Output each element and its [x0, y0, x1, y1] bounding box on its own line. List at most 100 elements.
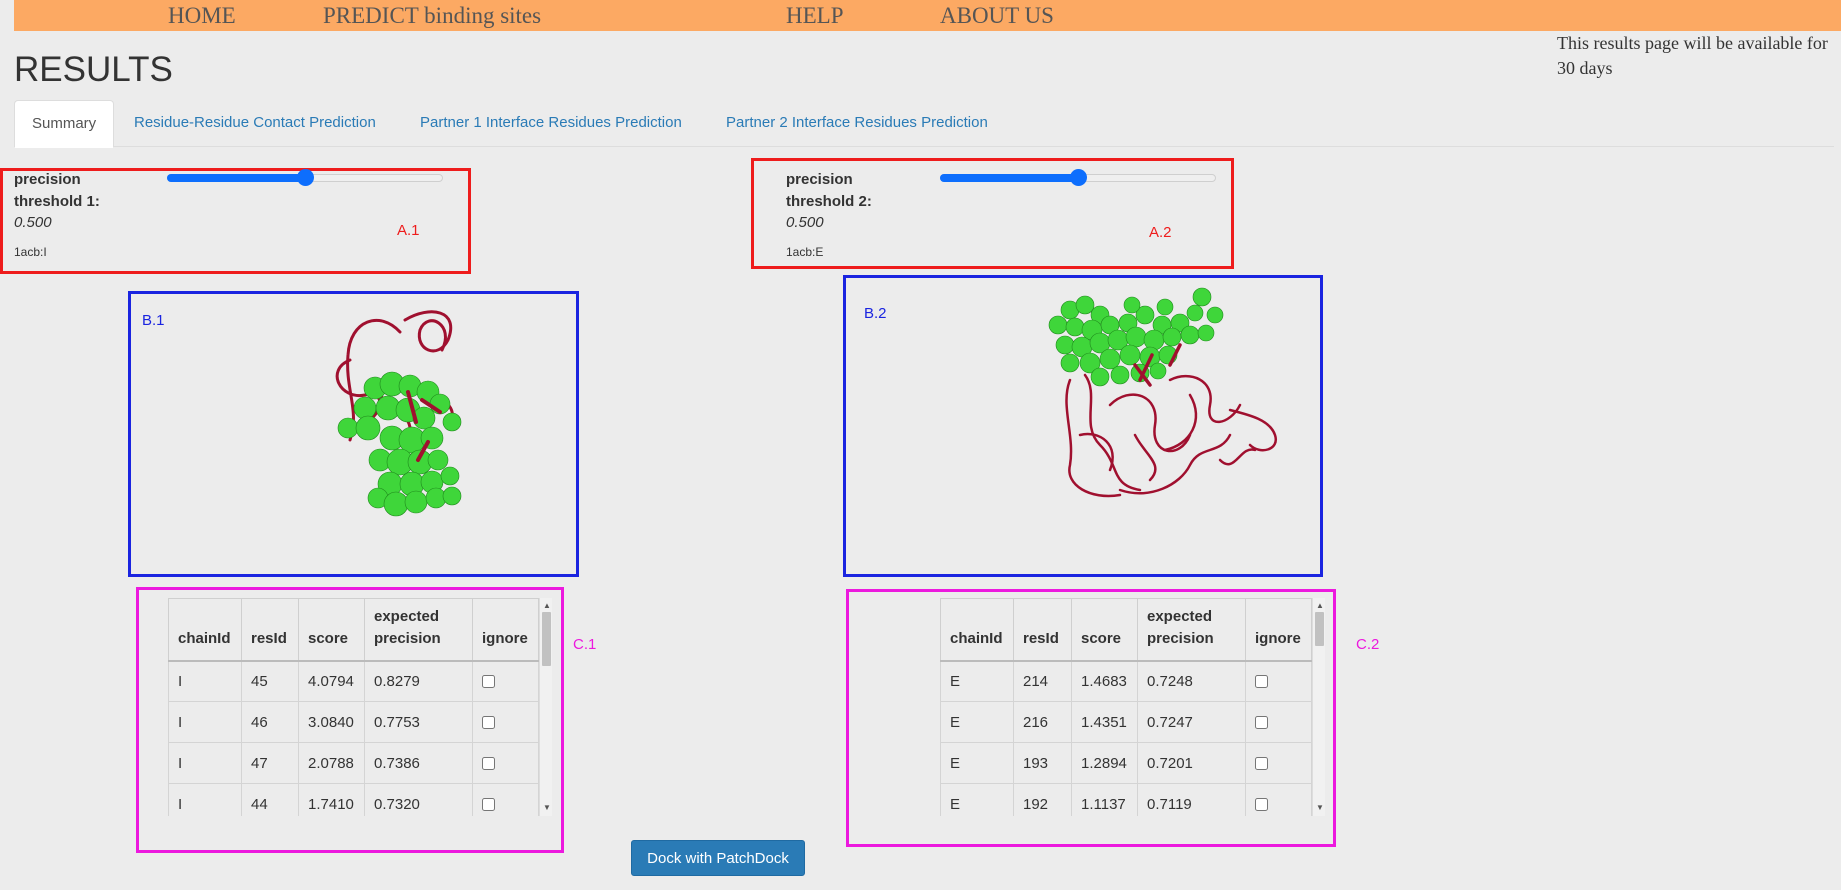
- slider-thumb[interactable]: [1070, 169, 1087, 186]
- cell-expected-precision: 0.7320: [364, 783, 473, 816]
- threshold1-slider[interactable]: [167, 168, 443, 188]
- scroll-thumb[interactable]: [542, 612, 551, 666]
- top-nav-bar: HOME PREDICT binding sites HELP ABOUT US: [14, 0, 1841, 31]
- table-row: I 44 1.7410 0.7320: [168, 783, 539, 816]
- tab-residue-contact[interactable]: Residue-Residue Contact Prediction: [134, 100, 376, 148]
- cell-ignore: [1245, 701, 1312, 743]
- threshold2-label: precision threshold 2:: [786, 171, 872, 210]
- ignore-checkbox[interactable]: [482, 716, 495, 730]
- ignore-checkbox[interactable]: [1255, 798, 1268, 812]
- cell-resid: 45: [241, 660, 299, 702]
- cell-expected-precision: 0.7386: [364, 742, 473, 784]
- nav-home-link[interactable]: HOME: [168, 3, 236, 29]
- cell-resid: 214: [1013, 660, 1072, 702]
- nav-help-link[interactable]: HELP: [786, 3, 844, 29]
- annotation-b2: B.2: [864, 305, 887, 322]
- cell-expected-precision: 0.7119: [1137, 783, 1246, 816]
- ignore-checkbox[interactable]: [482, 757, 495, 771]
- cell-resid: 193: [1013, 742, 1072, 784]
- table-row: E 216 1.4351 0.7247: [940, 701, 1312, 743]
- interface-residues-table-1: chainId resId score expected precision i…: [168, 598, 539, 816]
- cell-chainid: E: [940, 742, 1014, 784]
- cell-expected-precision: 0.7201: [1137, 742, 1246, 784]
- scroll-down-arrow-icon[interactable]: ▼: [1316, 804, 1324, 812]
- cell-score: 4.0794: [298, 660, 365, 702]
- tab-summary[interactable]: Summary: [14, 100, 115, 148]
- table-row: E 214 1.4683 0.7248: [940, 660, 1312, 702]
- protein-structure-1-graphic: [335, 310, 462, 517]
- cell-chainid: E: [940, 701, 1014, 743]
- table-row: E 193 1.2894 0.7201: [940, 742, 1312, 784]
- cell-expected-precision: 0.7753: [364, 701, 473, 743]
- threshold2-slider[interactable]: [940, 168, 1216, 188]
- cell-ignore: [472, 783, 539, 816]
- cell-ignore: [472, 660, 539, 702]
- cell-score: 1.4683: [1071, 660, 1138, 702]
- tab-partner1-interface[interactable]: Partner 1 Interface Residues Prediction: [420, 100, 682, 148]
- scroll-up-arrow-icon[interactable]: ▲: [1316, 602, 1324, 610]
- col-score: score: [298, 598, 365, 662]
- molecule-viewer-1[interactable]: [320, 300, 500, 530]
- cell-score: 1.1137: [1071, 783, 1138, 816]
- cell-expected-precision: 0.7248: [1137, 660, 1246, 702]
- table2-scrollbar[interactable]: ▲ ▼: [1312, 598, 1325, 816]
- ignore-checkbox[interactable]: [482, 798, 495, 812]
- cell-resid: 192: [1013, 783, 1072, 816]
- col-resid: resId: [241, 598, 299, 662]
- table-row: I 45 4.0794 0.8279: [168, 660, 539, 702]
- cell-ignore: [472, 701, 539, 743]
- cell-score: 3.0840: [298, 701, 365, 743]
- slider-fill: [167, 174, 305, 182]
- cell-score: 1.7410: [298, 783, 365, 816]
- cell-score: 1.4351: [1071, 701, 1138, 743]
- cell-chainid: I: [168, 742, 242, 784]
- col-expected-precision: expected precision: [364, 598, 473, 662]
- cell-ignore: [472, 742, 539, 784]
- table-row: E 192 1.1137 0.7119: [940, 783, 1312, 816]
- cell-resid: 47: [241, 742, 299, 784]
- cell-score: 1.2894: [1071, 742, 1138, 784]
- slider-thumb[interactable]: [297, 169, 314, 186]
- cell-expected-precision: 0.8279: [364, 660, 473, 702]
- table-header-row: chainId resId score expected precision i…: [168, 598, 539, 662]
- scroll-up-arrow-icon[interactable]: ▲: [543, 602, 551, 610]
- chain2-label: 1acb:E: [786, 245, 824, 259]
- cell-resid: 216: [1013, 701, 1072, 743]
- col-ignore: ignore: [472, 598, 539, 662]
- table2-scroll-area[interactable]: chainId resId score expected precision i…: [940, 598, 1326, 816]
- nav-about-link[interactable]: ABOUT US: [940, 3, 1054, 29]
- annotation-c1: C.1: [573, 636, 597, 653]
- col-chainid: chainId: [940, 598, 1014, 662]
- cell-score: 2.0788: [298, 742, 365, 784]
- annotation-a2: A.2: [1149, 224, 1172, 241]
- cell-expected-precision: 0.7247: [1137, 701, 1246, 743]
- annotation-a1: A.1: [397, 222, 420, 239]
- table-row: I 46 3.0840 0.7753: [168, 701, 539, 743]
- cell-resid: 44: [241, 783, 299, 816]
- cell-ignore: [1245, 660, 1312, 702]
- ignore-checkbox[interactable]: [1255, 675, 1268, 689]
- tab-partner2-interface[interactable]: Partner 2 Interface Residues Prediction: [726, 100, 988, 148]
- scroll-thumb[interactable]: [1315, 612, 1324, 646]
- table-header-row: chainId resId score expected precision i…: [940, 598, 1312, 662]
- cell-chainid: I: [168, 783, 242, 816]
- cell-ignore: [1245, 742, 1312, 784]
- cell-resid: 46: [241, 701, 299, 743]
- ignore-checkbox[interactable]: [1255, 716, 1268, 730]
- dock-with-patchdock-button[interactable]: Dock with PatchDock: [631, 840, 805, 876]
- ignore-checkbox[interactable]: [482, 675, 495, 689]
- cell-chainid: I: [168, 701, 242, 743]
- table1-scroll-area[interactable]: chainId resId score expected precision i…: [168, 598, 552, 816]
- cell-ignore: [1245, 783, 1312, 816]
- chain1-label: 1acb:I: [14, 245, 47, 259]
- nav-predict-link[interactable]: PREDICT binding sites: [323, 3, 541, 29]
- ignore-checkbox[interactable]: [1255, 757, 1268, 771]
- protein-structure-2-graphic: [1048, 287, 1278, 498]
- interface-residues-table-2: chainId resId score expected precision i…: [940, 598, 1312, 816]
- table1-scrollbar[interactable]: ▲ ▼: [539, 598, 552, 816]
- availability-notice: This results page will be available for …: [1557, 33, 1828, 78]
- molecule-viewer-2[interactable]: [1040, 285, 1290, 510]
- scroll-down-arrow-icon[interactable]: ▼: [543, 804, 551, 812]
- annotation-b1: B.1: [142, 312, 165, 329]
- col-ignore: ignore: [1245, 598, 1312, 662]
